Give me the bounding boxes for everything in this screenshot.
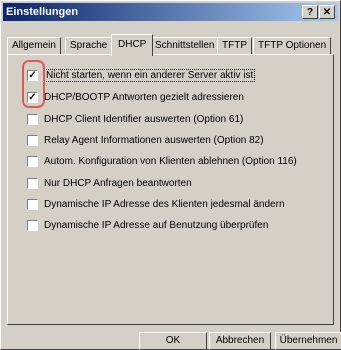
tab-dhcp[interactable]: DHCP [111,34,154,56]
settings-dialog: Einstellungen ? ✕ Allgemein Sprache DHCP… [0,0,341,350]
help-button[interactable]: ? [302,5,318,19]
tab-allgemein[interactable]: Allgemein [7,37,61,55]
apply-button[interactable]: Übernehmen [275,332,341,350]
highlight-annotation [22,60,45,108]
window-title: Einstellungen [6,6,79,18]
dhcp-tab-panel [7,54,334,325]
tab-sprache[interactable]: Sprache [65,37,113,55]
ok-button[interactable]: OK [139,332,207,350]
tab-tftp[interactable]: TFTP [217,37,252,55]
tab-tftp-optionen[interactable]: TFTP Optionen [253,37,332,55]
title-bar: Einstellungen ? ✕ [3,3,338,21]
close-button[interactable]: ✕ [319,5,335,19]
cancel-button[interactable]: Abbrechen [209,332,271,350]
tab-schnittstellen[interactable]: Schnittstellen [150,37,220,55]
